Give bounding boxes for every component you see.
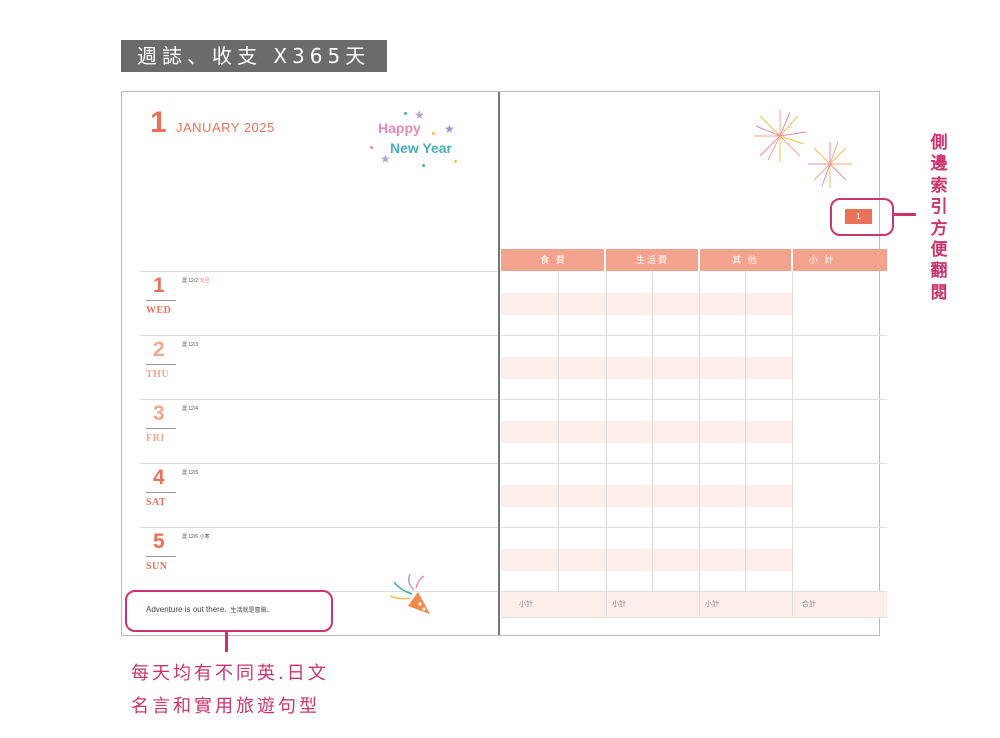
holiday-label: 元旦 bbox=[199, 278, 210, 284]
column-divider bbox=[606, 271, 607, 616]
lunar-date: 農 12/6 小寒 bbox=[182, 534, 210, 540]
quote-annotation-line1: 每天均有不同英.日文 bbox=[131, 663, 329, 684]
day-weekday: SUN bbox=[146, 561, 168, 572]
day-weekday: FRI bbox=[146, 433, 165, 444]
day-number: 3 bbox=[153, 402, 165, 425]
lunar-date: 農 12/2 元旦 bbox=[182, 278, 210, 284]
confetti-dot bbox=[370, 146, 373, 149]
quote-callout bbox=[125, 590, 333, 632]
header-subtotal: 小 計 bbox=[808, 255, 836, 265]
day-row: 1 WED 農 12/2 元旦 bbox=[140, 271, 498, 336]
day-weekday: WED bbox=[146, 305, 172, 316]
column-divider bbox=[792, 271, 793, 616]
confetti-dot bbox=[454, 160, 457, 163]
table-stripe bbox=[501, 357, 792, 379]
lunar-date: 農 12/4 bbox=[182, 406, 199, 412]
column-divider bbox=[558, 271, 559, 591]
greeting-new-year: New Year bbox=[390, 140, 453, 156]
day-row: 5 SUN 農 12/6 小寒 bbox=[140, 527, 498, 592]
planner-spread: 1 JANUARY 2025 ★ ★ ★ Happy New Year 1 WE… bbox=[121, 91, 887, 636]
star-icon: ★ bbox=[444, 122, 455, 136]
greeting-happy: Happy bbox=[378, 120, 421, 136]
header-separator bbox=[791, 249, 793, 271]
side-index-annotation: 側邊索引方便翻閱 bbox=[930, 133, 948, 303]
callout-connector bbox=[892, 213, 916, 216]
day-row: 2 THU 農 12/3 bbox=[140, 335, 498, 400]
day-number: 1 bbox=[153, 274, 165, 297]
page-banner: 週誌、收支 X365天 bbox=[121, 40, 387, 72]
total-label: 合計 bbox=[802, 601, 816, 608]
header-separator bbox=[698, 249, 700, 271]
table-stripe bbox=[501, 293, 792, 315]
day-divider bbox=[146, 428, 176, 429]
lunar-date: 農 12/5 bbox=[182, 470, 199, 476]
party-popper-icon bbox=[389, 573, 430, 614]
column-divider bbox=[652, 271, 653, 591]
column-divider bbox=[745, 271, 746, 591]
day-row: 4 SAT 農 12/5 bbox=[140, 463, 498, 528]
header-food: 食 費 bbox=[540, 255, 567, 265]
happy-new-year-sticker: ★ ★ ★ bbox=[362, 104, 472, 174]
row-divider bbox=[501, 617, 887, 618]
row-divider bbox=[501, 591, 887, 592]
fireworks-icon bbox=[754, 110, 852, 188]
day-weekday: THU bbox=[146, 369, 170, 380]
confetti-dot bbox=[422, 164, 425, 167]
confetti-dot bbox=[432, 132, 435, 135]
month-number: 1 bbox=[150, 106, 167, 139]
lunar-date: 農 12/3 bbox=[182, 342, 199, 348]
day-row: 3 FRI 農 12/4 bbox=[140, 399, 498, 464]
table-stripe bbox=[501, 549, 792, 571]
column-divider bbox=[699, 271, 700, 616]
day-number: 4 bbox=[153, 466, 165, 489]
header-living: 生活費 bbox=[635, 255, 669, 265]
day-divider bbox=[146, 556, 176, 557]
subtotal-stripe bbox=[501, 591, 887, 617]
quote-annotation-line2: 名言和實用旅遊句型 bbox=[131, 696, 320, 717]
table-stripe bbox=[501, 485, 792, 507]
day-number: 2 bbox=[153, 338, 165, 361]
callout-connector bbox=[225, 630, 228, 652]
day-divider bbox=[146, 364, 176, 365]
book-spine bbox=[498, 92, 500, 635]
day-weekday: SAT bbox=[146, 497, 167, 508]
day-number: 5 bbox=[153, 530, 165, 553]
day-divider bbox=[146, 492, 176, 493]
day-divider bbox=[146, 300, 176, 301]
side-index-callout bbox=[830, 198, 894, 236]
subtotal-label: 小計 bbox=[705, 601, 719, 608]
subtotal-label: 小計 bbox=[519, 601, 533, 608]
month-name: JANUARY 2025 bbox=[176, 120, 275, 135]
header-separator bbox=[604, 249, 606, 271]
table-stripe bbox=[501, 421, 792, 443]
holiday-label: 小寒 bbox=[199, 534, 210, 540]
subtotal-label: 小計 bbox=[612, 601, 626, 608]
header-other: 其 他 bbox=[732, 255, 759, 265]
confetti-dot bbox=[404, 112, 407, 115]
